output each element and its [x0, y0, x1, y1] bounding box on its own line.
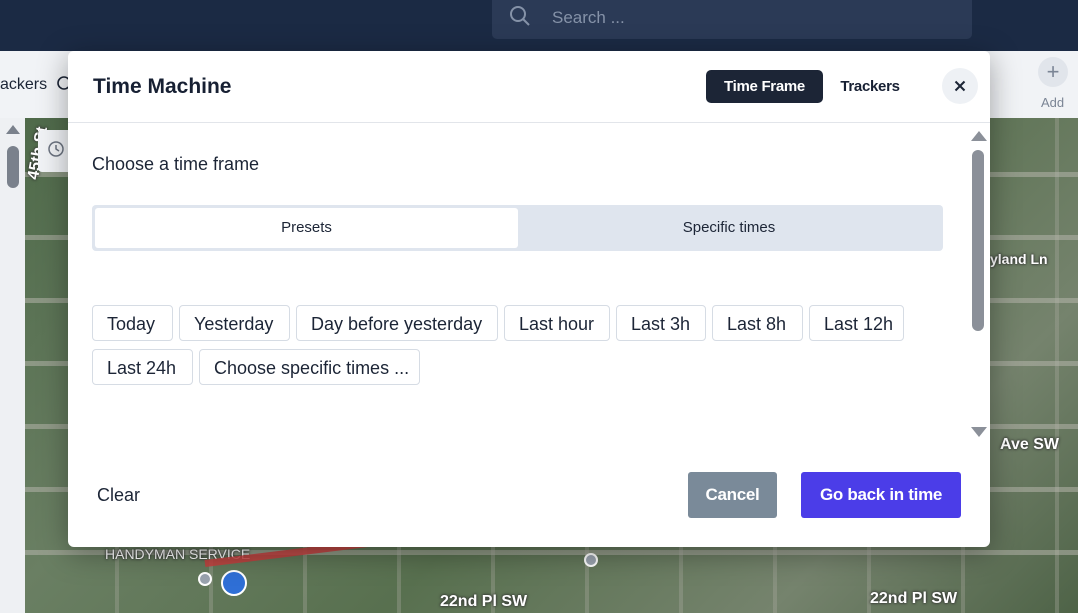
- scroll-down-arrow-icon[interactable]: [971, 427, 987, 437]
- map-side-panel: [0, 118, 25, 613]
- section-label: Choose a time frame: [92, 154, 260, 174]
- preset-last-3h[interactable]: Last 3h: [616, 305, 706, 341]
- add-button[interactable]: +: [1038, 57, 1068, 87]
- top-navigation-bar: Search ...: [0, 0, 1078, 51]
- street-label: Ave SW: [1000, 436, 1059, 453]
- route-point[interactable]: [584, 553, 598, 567]
- go-back-in-time-button[interactable]: Go back in time: [801, 472, 961, 518]
- preset-yesterday[interactable]: Yesterday: [179, 305, 290, 341]
- preset-last-hour[interactable]: Last hour: [504, 305, 610, 341]
- toggle-specific-times[interactable]: Specific times: [518, 208, 940, 248]
- tab-trackers[interactable]: Trackers: [830, 70, 910, 103]
- scroll-up-arrow-icon[interactable]: [6, 125, 20, 134]
- global-search-box[interactable]: Search ...: [492, 0, 972, 39]
- street-label: 22nd Pl SW: [870, 590, 958, 607]
- clock-icon: [48, 141, 64, 157]
- time-machine-dialog: Time Machine Time Frame Trackers Choose …: [68, 51, 990, 547]
- street-label: yland Ln: [990, 251, 1048, 267]
- clear-button[interactable]: Clear: [97, 485, 140, 506]
- preset-day-before-yesterday[interactable]: Day before yesterday: [296, 305, 498, 341]
- dialog-scrollbar-thumb[interactable]: [972, 150, 984, 331]
- tab-time-frame[interactable]: Time Frame: [706, 70, 823, 103]
- search-icon: [510, 6, 530, 26]
- dialog-body: Choose a time frame Presets Specific tim…: [68, 123, 990, 453]
- preset-last-8h[interactable]: Last 8h: [712, 305, 803, 341]
- scroll-up-arrow-icon[interactable]: [971, 131, 987, 141]
- route-point[interactable]: [198, 572, 212, 586]
- add-button-label: Add: [1041, 95, 1065, 110]
- time-machine-toggle[interactable]: [38, 130, 68, 172]
- preset-last-24h[interactable]: Last 24h: [92, 349, 193, 385]
- dialog-header: Time Machine Time Frame Trackers: [68, 51, 990, 123]
- preset-last-12h[interactable]: Last 12h: [809, 305, 904, 341]
- close-button[interactable]: [942, 68, 978, 104]
- street-label: 22nd Pl SW: [440, 593, 528, 610]
- tab-trackers[interactable]: ackers: [0, 76, 47, 94]
- cancel-button[interactable]: Cancel: [688, 472, 777, 518]
- preset-choose-specific-times[interactable]: Choose specific times ...: [199, 349, 420, 385]
- mode-toggle: Presets Specific times: [92, 205, 943, 251]
- search-placeholder: Search ...: [552, 8, 625, 27]
- toggle-presets[interactable]: Presets: [95, 208, 518, 248]
- side-scrollbar-thumb[interactable]: [7, 146, 19, 188]
- close-icon: [954, 80, 966, 92]
- dialog-title: Time Machine: [93, 75, 232, 98]
- tracker-marker-icon[interactable]: [221, 570, 247, 596]
- preset-today[interactable]: Today: [92, 305, 173, 341]
